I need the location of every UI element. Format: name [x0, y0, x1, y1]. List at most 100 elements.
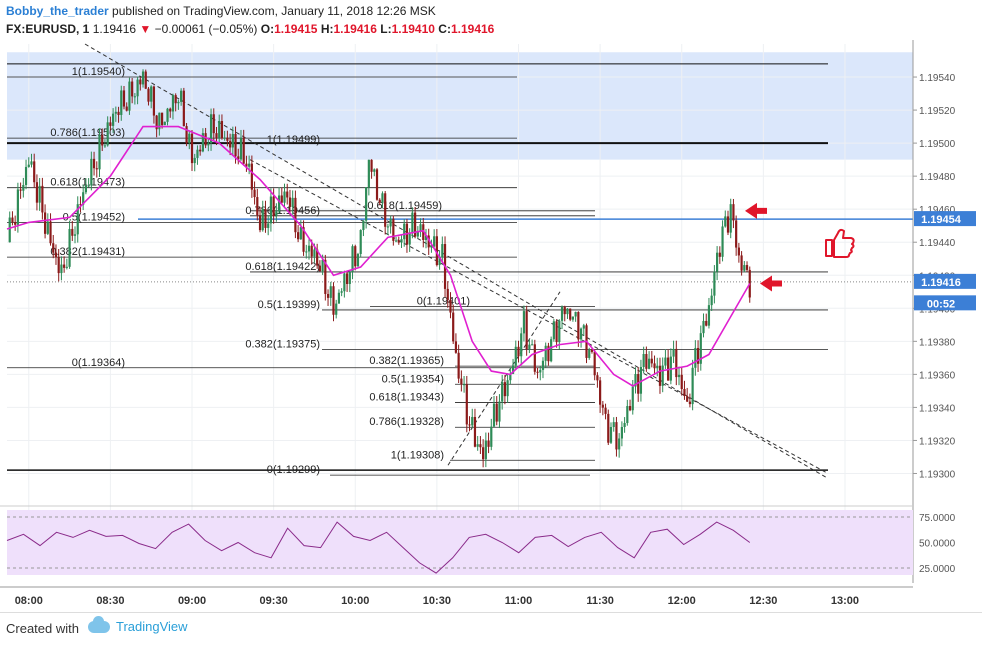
fib-label: 0.5(1.19399): [258, 299, 320, 311]
candle-body: [691, 367, 694, 405]
candle-body: [242, 137, 245, 164]
candle-body: [675, 348, 678, 378]
candle-body: [109, 122, 112, 126]
price-tick-label: 1.19520: [919, 106, 956, 117]
fib-label: 0.618(1.19343): [369, 391, 444, 403]
candle-body: [683, 389, 686, 397]
candle-body: [501, 382, 504, 402]
fib-label: 0.618(1.19422): [245, 261, 320, 273]
candle-body: [487, 440, 490, 447]
candle-body: [737, 247, 740, 256]
candle-body: [596, 375, 599, 381]
candle-body: [348, 272, 351, 284]
candle-body: [381, 193, 384, 203]
candle-body: [394, 240, 398, 242]
candle-body: [495, 403, 498, 422]
time-tick-label: 08:30: [96, 595, 124, 607]
candle-body: [680, 374, 683, 390]
candle-body: [84, 185, 88, 193]
fib-label: 0(1.19401): [417, 296, 470, 308]
candle-body: [256, 197, 259, 216]
price-tick-label: 1.19380: [919, 337, 956, 348]
candle-body: [677, 374, 681, 378]
candle-body: [193, 157, 196, 164]
candle-body: [735, 220, 738, 248]
time-tick-label: 09:30: [260, 595, 288, 607]
candle-body: [112, 113, 115, 126]
fib-label: 0(1.19299): [267, 464, 320, 476]
candle-body: [65, 266, 68, 268]
candle-body: [147, 88, 150, 102]
candle-body: [218, 121, 221, 138]
candle-body: [215, 133, 218, 138]
fib-label: 0.382(1.19431): [50, 246, 125, 258]
time-tick-label: 11:30: [586, 595, 614, 607]
rsi-tick-label: 25.0000: [919, 564, 956, 575]
candle-body: [163, 121, 166, 126]
candle-body: [106, 122, 109, 146]
candle-body: [174, 95, 177, 104]
candle-body: [528, 344, 531, 349]
candle-body: [397, 240, 400, 243]
candle-body: [180, 90, 183, 102]
candle-body: [272, 196, 275, 217]
candle-body: [729, 204, 732, 233]
candle-body: [672, 348, 675, 357]
candle-body: [574, 311, 577, 317]
candle-body: [490, 426, 493, 447]
candle-body: [514, 346, 517, 366]
candle-body: [718, 252, 721, 257]
candle-body: [462, 384, 466, 386]
price-chart[interactable]: 1(1.19540) 0.786(1.19503) 1(1.19499) 0.618(…: [0, 0, 982, 612]
candle-body: [345, 273, 349, 284]
candle-body: [716, 252, 719, 272]
candle-body: [476, 444, 479, 447]
candle-body: [688, 401, 692, 405]
time-tick-label: 08:00: [15, 595, 43, 607]
candle-body: [250, 163, 253, 190]
tradingview-link[interactable]: TradingView: [88, 615, 188, 634]
candle-body: [555, 321, 558, 343]
candle-body: [11, 217, 14, 223]
price-tick-label: 1.19500: [919, 139, 956, 150]
candle-body: [120, 90, 123, 115]
price-tick-label: 1.19300: [919, 469, 956, 480]
candle-body: [318, 265, 321, 272]
candle-body: [392, 218, 395, 241]
tradingview-brand: TradingView: [116, 619, 188, 634]
candle-body: [631, 386, 634, 411]
candle-body: [24, 166, 28, 185]
rsi-tick-label: 75.0000: [919, 513, 956, 524]
time-tick-label: 12:00: [668, 595, 696, 607]
fib-label: 1(1.19499): [267, 134, 320, 146]
thumbs-up-icon: [825, 228, 855, 258]
candle-body: [408, 233, 411, 245]
candle-body: [46, 221, 49, 234]
candle-body: [297, 232, 300, 240]
candle-body: [618, 438, 621, 450]
candle-body: [52, 243, 55, 253]
candle-body: [128, 81, 131, 111]
candle-body: [356, 253, 360, 267]
price-tag-label: 1.19416: [921, 277, 961, 289]
price-tick-label: 1.19440: [919, 238, 956, 249]
candle-body: [57, 257, 60, 274]
candle-body: [332, 286, 335, 315]
candle-body: [400, 239, 403, 243]
candle-body: [264, 208, 267, 228]
candle-body: [359, 230, 362, 254]
candle-body: [525, 311, 528, 349]
candle-body: [87, 185, 90, 187]
candle-body: [609, 427, 613, 443]
candle-body: [498, 401, 501, 422]
candle-body: [433, 236, 436, 247]
candle-body: [131, 81, 134, 97]
fib-label: 0.382(1.19375): [245, 339, 320, 351]
candle-body: [228, 140, 232, 148]
candle-body: [343, 273, 346, 292]
candle-body: [375, 169, 379, 200]
candle-body: [724, 216, 727, 227]
candle-body: [8, 217, 11, 243]
candle-body: [389, 218, 392, 227]
candle-body: [171, 95, 175, 112]
